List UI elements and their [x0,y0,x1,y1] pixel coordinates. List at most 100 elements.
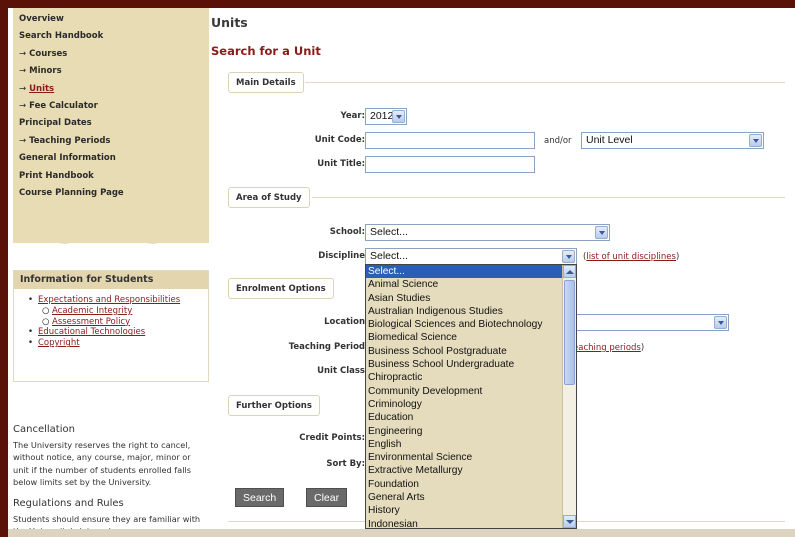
and-or-text: and/or [544,136,572,146]
dropdown-option[interactable]: Community Development [366,385,562,398]
unit-class-label: Unit Class [317,366,365,376]
arrow-right-icon: → [19,48,27,59]
dropdown-option[interactable]: Biomedical Science [366,331,562,344]
school-select[interactable]: Select... [365,224,610,241]
nav-item-label: Overview [19,14,64,24]
scroll-thumb[interactable] [564,280,575,385]
dropdown-option[interactable]: Australian Indigenous Studies [366,305,562,318]
dropdown-option[interactable]: Select... [366,265,562,279]
school-label: School: [329,227,365,237]
nav-item-label: Minors [29,66,62,77]
bullet-icon: • [28,327,34,338]
dropdown-scrollbar[interactable] [562,265,576,528]
dropdown-option[interactable]: Business School Postgraduate [366,345,562,358]
teaching-period-label: Teaching Period [288,342,365,352]
nav-item-label: Print Handbook [19,170,94,181]
nav-item-courses[interactable]: → Courses [13,46,209,63]
nav-item-principal-dates[interactable]: Principal Dates [13,115,209,132]
search-button[interactable]: Search [235,488,285,507]
chevron-down-icon [749,134,762,147]
year-select[interactable]: 2012 [365,108,407,125]
nav-item-label: Units [29,83,55,94]
page-subtitle: Search for a Unit [211,44,321,58]
circle-bullet-icon: ○ [42,305,50,316]
section-area-of-study: Area of Study [228,187,310,208]
nav-item-fee-calculator[interactable]: → Fee Calculator [13,98,209,115]
chevron-down-icon [595,226,608,239]
nav-item-search-handbook[interactable]: Search Handbook [13,28,209,45]
dropdown-option[interactable]: Engineering [366,425,562,438]
bottom-bar [8,529,795,537]
chevron-down-icon [392,110,405,123]
dropdown-option[interactable]: Criminology [366,398,562,411]
nav-item-teaching-periods[interactable]: → Teaching Periods [13,133,209,150]
main-content: Units Search for a Unit Main Details Yea… [211,8,795,529]
dropdown-option[interactable]: General Arts [366,491,562,504]
nav-item-label: Courses [29,48,68,59]
info-list-item: ○ Assessment Policy [28,317,208,328]
info-link-assessment-policy[interactable]: Assessment Policy [52,317,130,327]
chevron-down-icon [714,316,727,329]
section-enrolment-options: Enrolment Options [228,278,334,299]
bullet-icon: • [28,295,34,305]
info-for-students-box: Information for Students • Expectations a… [13,270,209,382]
unit-code-label: Unit Code: [314,135,365,145]
info-links: • Expectations and Responsibilities ○ Acade… [14,289,208,349]
nav-item-general-information[interactable]: General Information [13,150,209,167]
dropdown-option[interactable]: Environmental Science [366,451,562,464]
clear-button[interactable]: Clear [306,488,348,507]
discipline-select[interactable]: Select... [365,248,577,265]
page-title: Units [211,15,248,30]
dropdown-option[interactable]: Foundation [366,478,562,491]
info-list-item: • Educational Technologies [28,327,208,338]
nav-item-units[interactable]: → Units [13,81,209,98]
dropdown-option[interactable]: English [366,438,562,451]
unit-title-label: Unit Title: [317,159,365,169]
arrow-right-icon: → [19,83,27,94]
arrow-right-icon: → [19,135,27,146]
dropdown-option[interactable]: Indonesian [366,518,562,528]
unit-level-value: Unit Level [586,134,633,146]
nav-item-course-planning-page[interactable]: Course Planning Page [13,185,209,202]
nav-item-overview[interactable]: Overview [13,11,209,28]
list-of-disciplines-link[interactable]: list of unit disciplines [586,252,676,262]
dropdown-option[interactable]: Education [366,411,562,424]
nav-item-label: Course Planning Page [19,188,124,199]
dropdown-option[interactable]: Asian Studies [366,292,562,305]
dropdown-option[interactable]: Biological Sciences and Biotechnology [366,318,562,331]
school-value: Select... [370,226,408,238]
scroll-up-icon[interactable] [563,265,576,278]
discipline-value: Select... [370,250,408,262]
teaching-periods-link[interactable]: eaching periods [573,343,641,353]
dropdown-option[interactable]: History [366,504,562,517]
nav-item-print-handbook[interactable]: Print Handbook [13,168,209,185]
unit-level-select[interactable]: Unit Level [581,132,764,149]
discipline-label: Discipline [318,251,365,261]
nav-item-minors[interactable]: → Minors [13,63,209,80]
torn-paper-edge [13,237,209,244]
nav-item-label: Search Handbook [19,31,104,42]
unit-code-input[interactable] [365,132,535,149]
info-list-item: • Copyright [28,338,208,349]
arrow-right-icon: → [19,66,27,77]
cancellation-text: The University reserves the right to can… [13,440,192,487]
dropdown-option[interactable]: Chiropractic [366,371,562,384]
section-further-options: Further Options [228,395,320,416]
year-label: Year: [340,111,365,121]
sort-by-label: Sort By: [326,459,365,469]
page: Overview Search Handbook → Courses → Minors → U… [8,8,795,537]
year-value: 2012 [370,110,394,122]
info-link-academic-integrity[interactable]: Academic Integrity [52,306,132,316]
dropdown-option[interactable]: Animal Science [366,278,562,291]
unit-title-input[interactable] [365,156,535,173]
info-link-expectations-and-responsibilities[interactable]: Expectations and Responsibilities [38,295,180,305]
info-link-educational-technologies[interactable]: Educational Technologies [38,327,145,337]
dropdown-option[interactable]: Business School Undergraduate [366,358,562,371]
location-select[interactable] [571,314,729,331]
scroll-down-icon[interactable] [563,515,576,528]
discipline-dropdown-list[interactable]: Select... Animal Science Asian Studies Aust… [365,264,577,529]
section-divider [305,82,785,83]
section-main-details: Main Details [228,72,304,93]
info-link-copyright[interactable]: Copyright [38,338,80,348]
dropdown-option[interactable]: Extractive Metallurgy [366,464,562,477]
